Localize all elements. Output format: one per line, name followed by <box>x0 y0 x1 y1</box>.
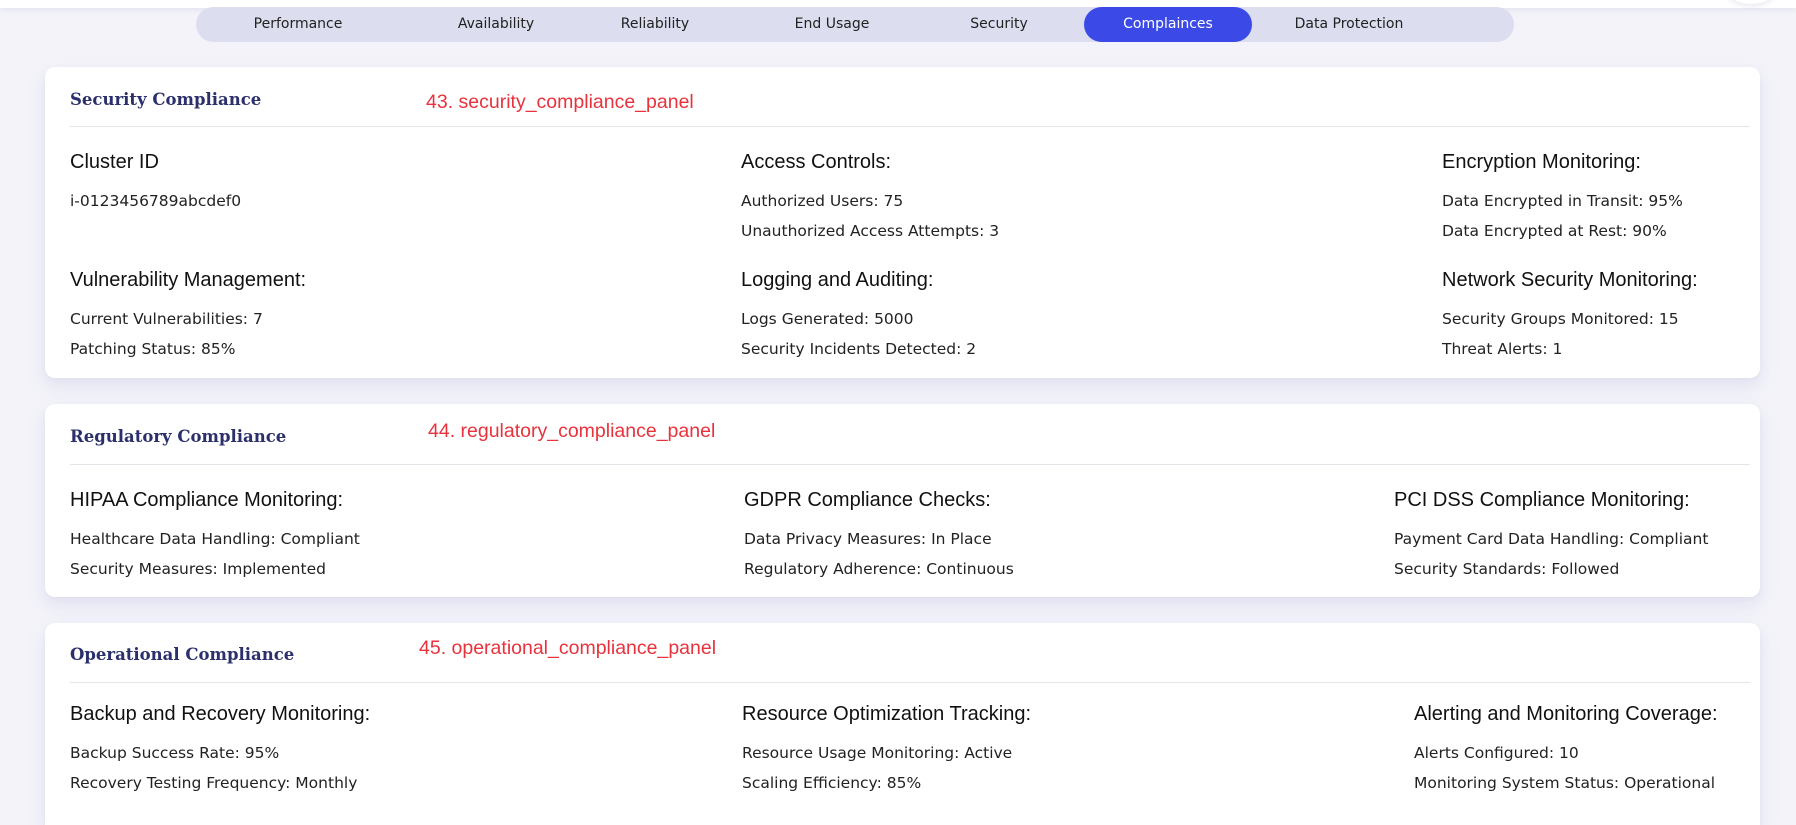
block-line: Security Measures: Implemented <box>70 560 326 578</box>
network-security-monitoring-block: Network Security Monitoring: Security Gr… <box>1442 269 1698 364</box>
block-heading: Alerting and Monitoring Coverage: <box>1414 703 1718 725</box>
panel-annotation-label: 43. security_compliance_panel <box>426 91 694 113</box>
block-line: Resource Usage Monitoring: Active <box>742 744 1013 762</box>
block-line: Alerts Configured: 10 <box>1414 744 1579 762</box>
pci-dss-compliance-block: PCI DSS Compliance Monitoring: Payment C… <box>1394 489 1708 584</box>
panel-divider <box>70 682 1750 683</box>
block-line: Backup Success Rate: 95% <box>70 744 280 762</box>
block-heading: Cluster ID <box>70 151 159 173</box>
operational-compliance-panel: Operational Compliance 45. operational_c… <box>45 623 1760 825</box>
block-line: Recovery Testing Frequency: Monthly <box>70 774 358 792</box>
tab-data-protection[interactable]: Data Protection <box>1252 7 1446 42</box>
logging-auditing-block: Logging and Auditing: Logs Generated: 50… <box>741 269 976 364</box>
block-line: Unauthorized Access Attempts: 3 <box>741 222 1000 240</box>
block-line: Threat Alerts: 1 <box>1442 340 1563 358</box>
security-compliance-panel: Security Compliance 43. security_complia… <box>45 67 1760 378</box>
vulnerability-management-block: Vulnerability Management: Current Vulner… <box>70 269 306 364</box>
cluster-id-value: i-0123456789abcdef0 <box>70 192 242 210</box>
tab-performance[interactable]: Performance <box>210 7 386 42</box>
panel-annotation-label: 44. regulatory_compliance_panel <box>428 420 716 442</box>
access-controls-block: Access Controls: Authorized Users: 75 Un… <box>741 151 999 246</box>
resource-optimization-block: Resource Optimization Tracking: Resource… <box>742 703 1031 798</box>
block-heading: Vulnerability Management: <box>70 269 307 291</box>
tab-end-usage[interactable]: End Usage <box>742 7 922 42</box>
backup-recovery-block: Backup and Recovery Monitoring: Backup S… <box>70 703 370 798</box>
block-line: Data Privacy Measures: In Place <box>744 530 992 548</box>
block-heading: GDPR Compliance Checks: <box>744 489 991 511</box>
gdpr-compliance-block: GDPR Compliance Checks: Data Privacy Mea… <box>744 489 1014 584</box>
panel-divider <box>70 126 1750 127</box>
block-heading: PCI DSS Compliance Monitoring: <box>1394 489 1690 511</box>
dashboard-tab-bar: Performance Availability Reliability End… <box>196 7 1514 42</box>
tab-availability[interactable]: Availability <box>386 7 606 42</box>
block-line: Monitoring System Status: Operational <box>1414 774 1716 792</box>
block-line: Healthcare Data Handling: Compliant <box>70 530 360 548</box>
tab-reliability[interactable]: Reliability <box>580 7 730 42</box>
block-line: Data Encrypted in Transit: 95% <box>1442 192 1683 210</box>
regulatory-compliance-panel: Regulatory Compliance 44. regulatory_com… <box>45 404 1760 597</box>
block-heading: Encryption Monitoring: <box>1442 151 1641 173</box>
panel-title: Security Compliance <box>70 90 262 109</box>
block-line: Data Encrypted at Rest: 90% <box>1442 222 1667 240</box>
block-line: Logs Generated: 5000 <box>741 310 914 328</box>
hipaa-compliance-block: HIPAA Compliance Monitoring: Healthcare … <box>70 489 360 584</box>
block-line: Security Groups Monitored: 15 <box>1442 310 1679 328</box>
panel-title: Regulatory Compliance <box>70 427 287 446</box>
block-heading: HIPAA Compliance Monitoring: <box>70 489 344 511</box>
block-line: Scaling Efficiency: 85% <box>742 774 922 792</box>
block-line: Regulatory Adherence: Continuous <box>744 560 1014 578</box>
block-heading: Access Controls: <box>741 151 892 173</box>
cluster-id-block: Cluster ID i-0123456789abcdef0 <box>70 151 241 216</box>
tab-security[interactable]: Security <box>916 7 1082 42</box>
panel-divider <box>70 464 1750 465</box>
block-line: Patching Status: 85% <box>70 340 236 358</box>
panel-title: Operational Compliance <box>70 645 295 664</box>
block-heading: Network Security Monitoring: <box>1442 269 1698 291</box>
alerting-monitoring-block: Alerting and Monitoring Coverage: Alerts… <box>1414 703 1718 798</box>
tab-complainces[interactable]: Complainces <box>1084 7 1252 42</box>
block-heading: Logging and Auditing: <box>741 269 934 291</box>
encryption-monitoring-block: Encryption Monitoring: Data Encrypted in… <box>1442 151 1683 246</box>
block-line: Authorized Users: 75 <box>741 192 904 210</box>
block-heading: Resource Optimization Tracking: <box>742 703 1032 725</box>
block-heading: Backup and Recovery Monitoring: <box>70 703 371 725</box>
block-line: Security Incidents Detected: 2 <box>741 340 977 358</box>
block-line: Current Vulnerabilities: 7 <box>70 310 263 328</box>
block-line: Payment Card Data Handling: Compliant <box>1394 530 1709 548</box>
block-line: Security Standards: Followed <box>1394 560 1620 578</box>
panel-annotation-label: 45. operational_compliance_panel <box>419 637 717 659</box>
